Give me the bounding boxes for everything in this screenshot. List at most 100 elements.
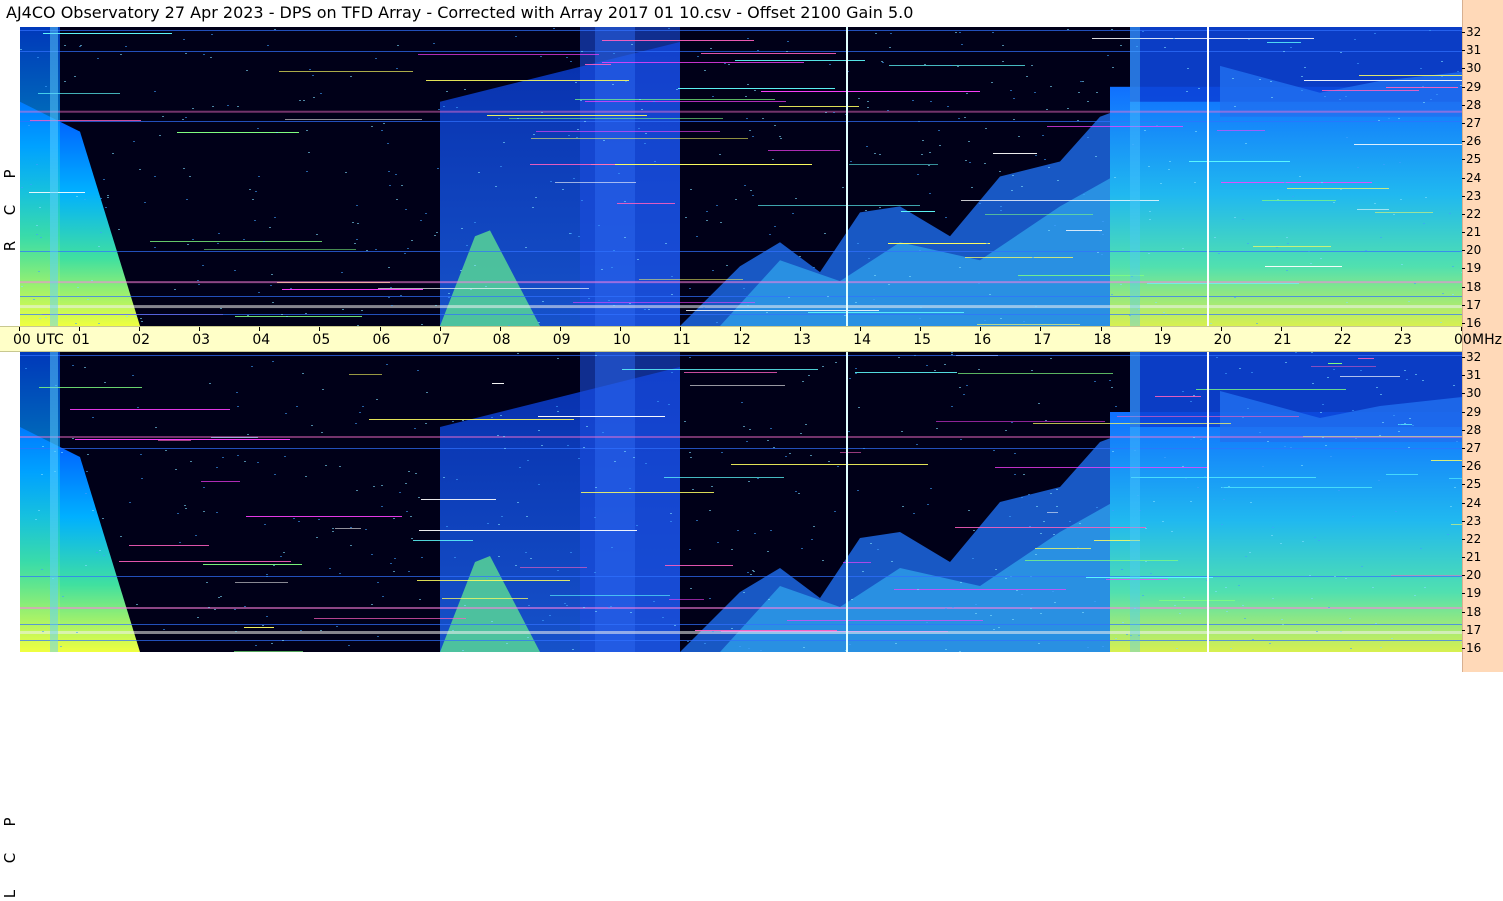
- speckle: [611, 267, 613, 268]
- bright-band: [20, 436, 1462, 438]
- speckle: [637, 259, 639, 260]
- speckle: [404, 253, 406, 254]
- speckle: [947, 106, 949, 107]
- speckle: [414, 428, 416, 429]
- speckle: [792, 213, 794, 214]
- speckle: [355, 423, 357, 424]
- speckle: [1460, 85, 1462, 86]
- speckle: [1281, 619, 1283, 620]
- time-label-22: 22: [1333, 332, 1352, 348]
- time-tick: [1100, 327, 1102, 331]
- title-bar: AJ4CO Observatory 27 Apr 2023 - DPS on T…: [0, 0, 1462, 27]
- time-label-15: 15: [913, 332, 932, 348]
- rcp-freq-tick: [1462, 159, 1465, 160]
- speckle: [648, 309, 650, 310]
- speckle: [1312, 383, 1314, 384]
- speckle: [1216, 357, 1218, 358]
- speckle: [1040, 533, 1042, 534]
- speckle: [1422, 380, 1424, 381]
- speckle: [1339, 99, 1341, 100]
- speckle: [670, 513, 672, 514]
- speckle: [1195, 131, 1197, 132]
- interference-line: [965, 257, 1073, 258]
- vertical-band: [1130, 27, 1140, 326]
- interference-line: [335, 528, 361, 529]
- speckle: [613, 250, 615, 251]
- speckle: [381, 485, 383, 486]
- speckle: [926, 622, 928, 623]
- speckle: [1215, 591, 1217, 592]
- speckle: [802, 381, 804, 382]
- speckle: [383, 123, 385, 124]
- speckle: [745, 96, 747, 97]
- interference-line: [314, 618, 466, 619]
- speckle: [162, 116, 164, 117]
- speckle: [503, 436, 505, 437]
- speckle: [1010, 90, 1012, 91]
- speckle: [332, 528, 334, 529]
- speckle: [154, 247, 156, 248]
- speckle: [1034, 92, 1036, 93]
- speckle: [1223, 499, 1225, 500]
- interference-line: [1354, 144, 1462, 145]
- speckle: [434, 235, 436, 236]
- speckle: [1375, 623, 1377, 624]
- time-label-23: 23: [1393, 332, 1412, 348]
- speckle: [195, 535, 197, 536]
- horizontal-line: [20, 355, 1462, 356]
- interference-line: [369, 419, 574, 420]
- interference-line: [279, 71, 413, 72]
- rcp-freq-tick: [1462, 305, 1465, 306]
- interference-line: [421, 499, 496, 500]
- speckle: [540, 56, 542, 57]
- speckle: [133, 141, 135, 142]
- speckle: [1087, 101, 1089, 102]
- speckle: [515, 36, 517, 37]
- speckle: [36, 225, 38, 226]
- speckle: [525, 552, 527, 553]
- speckle: [1234, 217, 1236, 218]
- speckle: [252, 199, 254, 200]
- lcp-freq-tick: [1462, 448, 1465, 449]
- speckle: [1082, 81, 1084, 82]
- speckle: [305, 313, 307, 314]
- speckle: [1013, 119, 1015, 120]
- speckle: [709, 510, 711, 511]
- speckle: [87, 454, 89, 455]
- speckle: [350, 76, 352, 77]
- speckle: [1036, 506, 1038, 507]
- rcp-freq-tick: [1462, 105, 1465, 106]
- speckle: [862, 571, 864, 572]
- speckle: [747, 38, 749, 39]
- speckle: [542, 620, 544, 621]
- time-label-13: 13: [793, 332, 811, 348]
- speckle: [92, 510, 94, 511]
- speckle: [182, 119, 184, 120]
- speckle: [1120, 45, 1122, 46]
- speckle: [519, 467, 521, 468]
- interference-line: [1159, 600, 1235, 601]
- speckle: [689, 549, 691, 550]
- speckle: [624, 237, 626, 238]
- speckle: [381, 506, 383, 507]
- speckle: [1111, 387, 1113, 388]
- speckle: [1267, 441, 1269, 442]
- speckle: [581, 200, 583, 201]
- speckle: [934, 370, 936, 371]
- speckle: [1044, 159, 1046, 160]
- rcp-freq-label-27: 27: [1466, 116, 1482, 130]
- speckle: [421, 557, 423, 558]
- speckle: [1380, 647, 1382, 648]
- speckle: [212, 106, 214, 107]
- speckle: [868, 258, 870, 259]
- speckle: [266, 616, 268, 617]
- interference-line: [1449, 478, 1462, 479]
- speckle: [530, 558, 532, 559]
- time-label-24: 00: [1454, 332, 1472, 348]
- speckle: [1340, 52, 1342, 53]
- interference-line: [487, 115, 647, 116]
- speckle: [345, 172, 347, 173]
- speckle: [960, 582, 962, 583]
- speckle: [348, 645, 350, 646]
- speckle: [120, 54, 122, 55]
